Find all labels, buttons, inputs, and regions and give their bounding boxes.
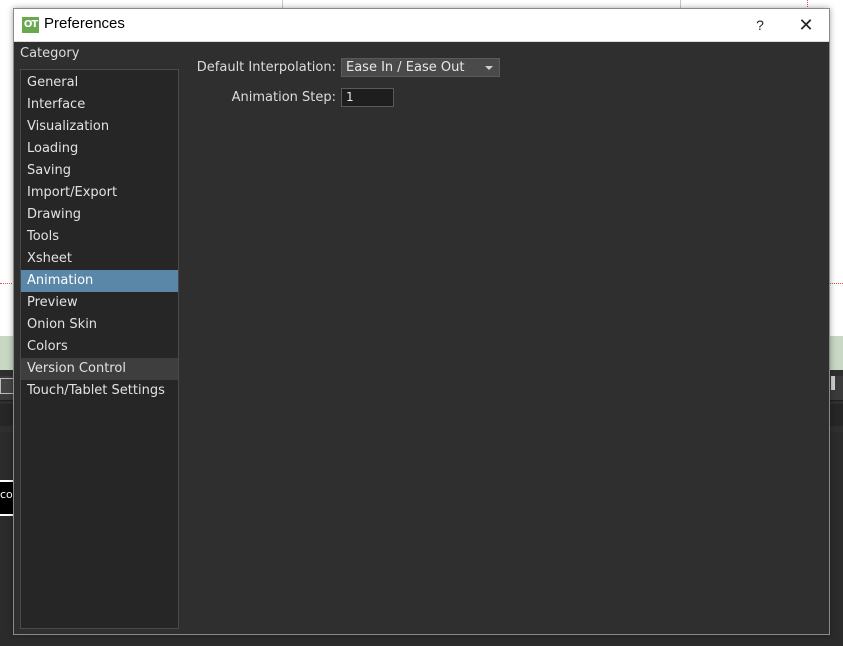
default-interpolation-label: Default Interpolation:	[196, 60, 336, 75]
background-guide-line	[830, 283, 843, 284]
background-cell-text: col	[0, 488, 14, 501]
background-toolbar-icon	[0, 378, 14, 394]
category-item-version-control[interactable]: Version Control	[21, 358, 178, 380]
category-item-touch-tablet-settings[interactable]: Touch/Tablet Settings	[21, 380, 178, 402]
category-item-visualization[interactable]: Visualization	[21, 116, 178, 138]
close-button[interactable]: ✕	[784, 12, 828, 38]
category-item-interface[interactable]: Interface	[21, 94, 178, 116]
category-item-general[interactable]: General	[21, 72, 178, 94]
animation-settings-panel: Default Interpolation: Ease In / Ease Ou…	[184, 54, 824, 614]
category-item-colors[interactable]: Colors	[21, 336, 178, 358]
animation-step-label: Animation Step:	[231, 90, 336, 105]
title-bar[interactable]: OT Preferences ? ✕	[14, 9, 829, 42]
help-button[interactable]: ?	[746, 14, 774, 36]
app-logo-icon: OT	[22, 17, 39, 33]
background-guide-line	[0, 283, 14, 284]
category-item-saving[interactable]: Saving	[21, 160, 178, 182]
animation-step-input[interactable]: 1	[341, 88, 394, 107]
category-header: Category	[20, 46, 80, 61]
category-list[interactable]: General Interface Visualization Loading …	[20, 69, 179, 629]
preferences-dialog: OT Preferences ? ✕ Category General Inte…	[13, 8, 830, 635]
category-item-tools[interactable]: Tools	[21, 226, 178, 248]
category-item-import-export[interactable]: Import/Export	[21, 182, 178, 204]
dropdown-caret-icon	[485, 66, 493, 70]
category-item-preview[interactable]: Preview	[21, 292, 178, 314]
background-scroll-handle	[831, 376, 835, 390]
category-item-loading[interactable]: Loading	[21, 138, 178, 160]
category-item-animation[interactable]: Animation	[21, 270, 178, 292]
default-interpolation-dropdown[interactable]: Ease In / Ease Out	[341, 58, 500, 77]
category-item-drawing[interactable]: Drawing	[21, 204, 178, 226]
category-item-onion-skin[interactable]: Onion Skin	[21, 314, 178, 336]
window-title: Preferences	[44, 15, 125, 32]
category-item-xsheet[interactable]: Xsheet	[21, 248, 178, 270]
default-interpolation-value: Ease In / Ease Out	[346, 60, 465, 75]
